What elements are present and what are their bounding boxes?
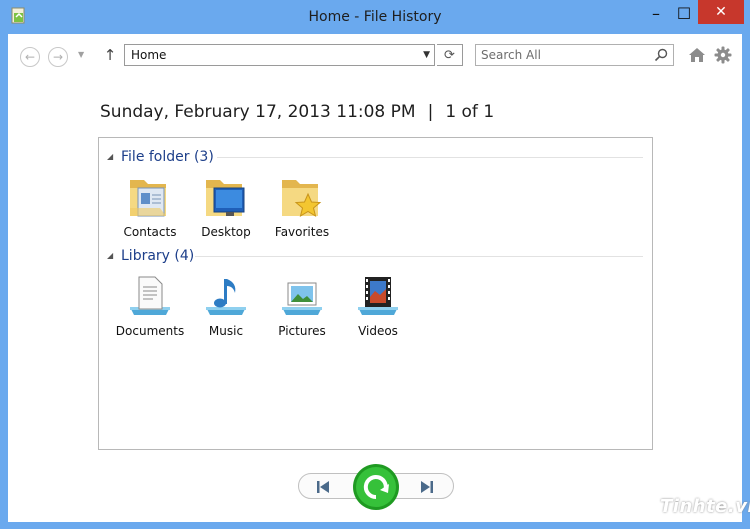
- address-dropdown-icon[interactable]: ▼: [423, 45, 430, 65]
- navigation-toolbar: ← → ▼ ↑ Home ▼ ⟳ Search All: [8, 34, 742, 78]
- back-button[interactable]: ←: [20, 47, 40, 67]
- maximize-button[interactable]: ☐: [671, 0, 697, 26]
- desktop-folder-icon: [206, 180, 245, 216]
- item-favorites[interactable]: Favorites: [262, 174, 342, 244]
- search-icon: [654, 48, 668, 62]
- item-label: Videos: [358, 324, 398, 338]
- group-label: File folder (3): [121, 149, 214, 165]
- previous-version-button[interactable]: [313, 478, 333, 496]
- documents-library-icon: [130, 276, 170, 315]
- snapshot-position: 1 of 1: [445, 102, 495, 122]
- close-button[interactable]: ✕: [698, 0, 744, 24]
- group-label: Library (4): [121, 248, 195, 264]
- snapshot-date-line: Sunday, February 17, 2013 11:08 PM | 1 of …: [100, 100, 494, 124]
- next-version-button[interactable]: [417, 478, 437, 496]
- backup-contents-panel: ◢ File folder (3) Contacts Desktop Favor…: [98, 137, 653, 450]
- item-documents[interactable]: Documents: [110, 273, 190, 343]
- music-library-icon: [206, 279, 246, 315]
- item-label: Music: [208, 324, 244, 338]
- item-label: Documents: [115, 324, 185, 338]
- collapse-arrow-icon[interactable]: ◢: [107, 252, 115, 260]
- item-desktop[interactable]: Desktop: [186, 174, 266, 244]
- item-label: Contacts: [123, 225, 177, 239]
- item-music[interactable]: Music: [186, 273, 266, 343]
- contacts-folder-icon: [130, 180, 166, 217]
- window-title: Home - File History: [308, 9, 442, 25]
- collapse-arrow-icon[interactable]: ◢: [107, 153, 115, 161]
- forward-button[interactable]: →: [48, 47, 68, 67]
- item-videos[interactable]: Videos: [338, 273, 418, 343]
- pictures-library-icon: [282, 282, 322, 315]
- address-bar[interactable]: Home ▼: [124, 44, 435, 66]
- watermark-text: Tinhte.vn: [660, 496, 750, 517]
- group-divider: [195, 256, 643, 257]
- group-divider: [217, 157, 643, 158]
- title-bar[interactable]: Home - File History – ☐ ✕: [0, 0, 750, 34]
- search-input[interactable]: Search All: [475, 44, 674, 66]
- group-header-file-folder[interactable]: ◢ File folder (3): [107, 148, 214, 166]
- item-pictures[interactable]: Pictures: [262, 273, 342, 343]
- search-placeholder: Search All: [481, 48, 541, 62]
- up-button[interactable]: ↑: [103, 46, 117, 66]
- home-icon[interactable]: [688, 46, 706, 64]
- address-text: Home: [131, 48, 167, 62]
- item-label: Pictures: [278, 324, 326, 338]
- favorites-folder-icon: [282, 180, 322, 218]
- item-label: Desktop: [201, 225, 251, 239]
- videos-library-icon: [358, 277, 398, 315]
- refresh-button[interactable]: ⟳: [437, 44, 463, 66]
- restore-button[interactable]: [352, 463, 400, 511]
- minimize-button[interactable]: –: [643, 0, 669, 26]
- recent-locations-dropdown[interactable]: ▼: [78, 50, 88, 62]
- item-contacts[interactable]: Contacts: [110, 174, 190, 244]
- file-history-window: Home - File History – ☐ ✕ ← → ▼ ↑ Home ▼…: [0, 0, 750, 529]
- snapshot-date: Sunday, February 17, 2013 11:08 PM: [100, 102, 416, 122]
- snapshot-separator: |: [427, 102, 434, 122]
- item-label: Favorites: [274, 225, 330, 239]
- gear-icon[interactable]: [714, 46, 732, 64]
- window-client-area: ← → ▼ ↑ Home ▼ ⟳ Search All Sunday, Febr…: [8, 34, 750, 522]
- group-header-library[interactable]: ◢ Library (4): [107, 247, 194, 265]
